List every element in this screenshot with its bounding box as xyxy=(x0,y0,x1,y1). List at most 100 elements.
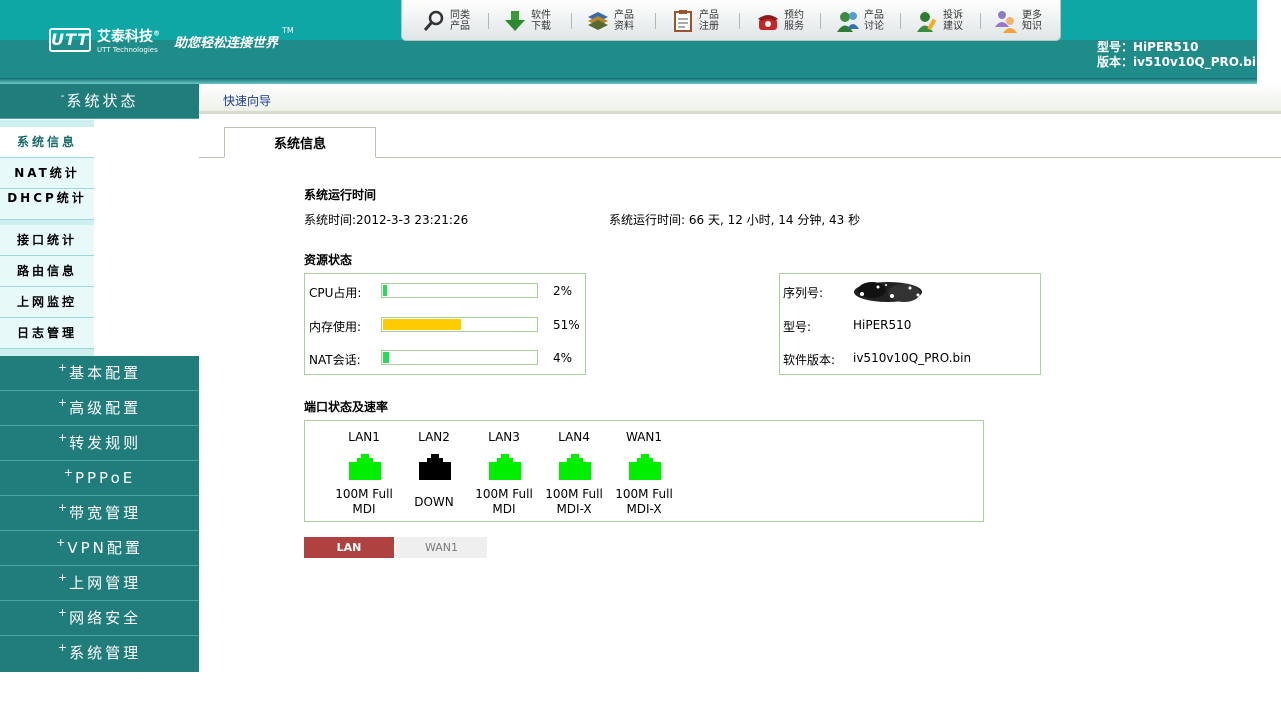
submenu-route-info[interactable]: 路由信息 xyxy=(0,256,94,287)
menu-advanced-config[interactable]: + 高级配置 xyxy=(0,391,199,426)
utt-logo-mark: UTT xyxy=(49,28,91,52)
port-wan1: WAN1 100M Full MDI-X xyxy=(609,421,679,521)
version-line: 版本：iv510v10Q_PRO.bin xyxy=(1097,55,1265,69)
menu-vpn-config[interactable]: + VPN配置 xyxy=(0,531,199,566)
ethernet-port-icon xyxy=(349,454,381,480)
nat-session-percent: 4% xyxy=(553,351,573,365)
system-time: 系统时间:2012-3-3 23:21:26 xyxy=(304,213,469,227)
port-name: LAN3 xyxy=(488,430,520,444)
menu-label: 系统状态 xyxy=(66,92,139,110)
port-tab-wan1[interactable]: WAN1 xyxy=(396,537,487,558)
submenu-internet-monitor[interactable]: 上网监控 xyxy=(0,287,94,318)
nat-session-fill xyxy=(383,352,389,363)
cpu-usage-bar xyxy=(381,283,538,298)
tool-product-docs[interactable]: 产品 资料 xyxy=(586,9,652,35)
menu-label: 上网管理 xyxy=(69,574,142,592)
header: UTT 艾泰科技® UTT Technologies 助您轻松连接世界 TM 型… xyxy=(0,0,1281,84)
tab-system-info[interactable]: 系统信息 xyxy=(224,127,376,158)
cpu-label: CPU占用: xyxy=(309,286,362,300)
tool-more-knowledge[interactable]: 更多 知识 xyxy=(994,9,1060,35)
ethernet-port-icon xyxy=(419,454,451,480)
toolbar-divider xyxy=(488,13,489,29)
software-version-label: 软件版本: xyxy=(783,353,836,367)
submenu-nat-stats[interactable]: NAT统计 xyxy=(0,158,94,189)
port-name: LAN2 xyxy=(418,430,450,444)
toolbar-divider xyxy=(980,13,981,29)
tool-book-service[interactable]: 预约 服务 xyxy=(756,9,822,35)
tool-label: 产品 资料 xyxy=(614,10,634,32)
submenu-system-status: 系统信息 NAT统计 DHCP统计 接口统计 路由信息 上网监控 日志管理 xyxy=(0,120,94,356)
tool-software-download[interactable]: 软件 下载 xyxy=(503,9,569,35)
menu-forwarding-rules[interactable]: + 转发规则 xyxy=(0,426,199,461)
software-version-value: iv510v10Q_PRO.bin xyxy=(853,351,972,365)
menu-internet-management[interactable]: + 上网管理 xyxy=(0,566,199,601)
menu-label: PPPoE xyxy=(74,469,136,487)
tool-product-discussion[interactable]: 产品 讨论 xyxy=(836,9,902,35)
nat-session-label: NAT会话: xyxy=(309,353,361,367)
cpu-usage-fill xyxy=(383,285,387,296)
tool-label: 产品 讨论 xyxy=(864,10,884,32)
serial-number-redacted xyxy=(854,282,922,302)
model-value: HiPER510 xyxy=(853,318,912,332)
sidebar: - 系统状态 系统信息 NAT统计 DHCP统计 接口统计 路由信息 上网监控 日… xyxy=(0,84,199,672)
runtime-title: 系统运行时间 xyxy=(304,188,377,202)
port-lan1: LAN1 100M Full MDI xyxy=(329,421,399,521)
menu-system-management[interactable]: + 系统管理 xyxy=(0,636,199,672)
expand-icon: + xyxy=(57,501,68,514)
port-name: LAN4 xyxy=(558,430,590,444)
expand-icon: + xyxy=(57,396,68,409)
model-line: 型号：HiPER510 xyxy=(1097,40,1199,54)
toolbar-divider xyxy=(900,13,901,29)
tool-similar-products[interactable]: 同类 产品 xyxy=(422,9,488,35)
breadcrumb-quick-wizard[interactable]: 快速向导 xyxy=(223,92,271,109)
memory-percent: 51% xyxy=(553,318,580,332)
tool-label: 预约 服务 xyxy=(784,10,804,32)
menu-bandwidth-management[interactable]: + 带宽管理 xyxy=(0,496,199,531)
resource-title: 资源状态 xyxy=(304,253,353,267)
submenu-log-management[interactable]: 日志管理 xyxy=(0,318,94,349)
expand-icon: + xyxy=(57,606,68,619)
menu-pppoe[interactable]: + PPPoE xyxy=(0,461,199,496)
port-tab-lan[interactable]: LAN xyxy=(304,537,394,558)
port-name: LAN1 xyxy=(348,430,380,444)
brand-slogan: 助您轻松连接世界 xyxy=(174,36,279,51)
port-status-title: 端口状态及速率 xyxy=(304,400,389,414)
menu-label: 带宽管理 xyxy=(69,504,142,522)
expand-icon: + xyxy=(57,571,68,584)
menu-system-status[interactable]: - 系统状态 xyxy=(0,84,199,119)
telephone-icon xyxy=(758,15,778,30)
menu-label: 网络安全 xyxy=(69,609,142,627)
tool-complaints[interactable]: 投诉 建议 xyxy=(915,9,981,35)
slogan-trademark: TM xyxy=(282,26,294,35)
toolbar: 同类 产品 软件 下载 产品 资料 产品 注册 预约 服务 产品 讨论 投诉 建… xyxy=(401,0,1061,41)
port-mdi-mode: MDI-X xyxy=(556,502,592,516)
clipboard-icon xyxy=(674,10,692,32)
toolbar-divider xyxy=(655,13,656,29)
port-speed: DOWN xyxy=(414,495,454,509)
port-lan4: LAN4 100M Full MDI-X xyxy=(539,421,609,521)
submenu-system-info[interactable]: 系统信息 xyxy=(0,127,94,158)
menu-label: 转发规则 xyxy=(69,434,142,452)
submenu-interface-stats[interactable]: 接口统计 xyxy=(0,225,94,256)
device-info: 型号：HiPER510 版本：iv510v10Q_PRO.bin xyxy=(1097,40,1265,70)
model-label: 型号: xyxy=(783,320,812,334)
menu-network-security[interactable]: + 网络安全 xyxy=(0,601,199,636)
system-uptime: 系统运行时间: 66 天, 12 小时, 14 分钟, 43 秒 xyxy=(609,213,861,227)
tool-label: 投诉 建议 xyxy=(943,10,963,32)
download-icon xyxy=(505,11,525,31)
toolbar-divider xyxy=(739,13,740,29)
ethernet-port-icon xyxy=(559,454,591,480)
expand-icon: + xyxy=(57,641,68,654)
submenu-dhcp-stats[interactable]: DHCP统计 xyxy=(0,189,94,220)
menu-label: 基本配置 xyxy=(69,364,142,382)
nat-session-bar xyxy=(381,350,538,365)
port-speed: 100M Full xyxy=(475,487,533,501)
search-icon xyxy=(423,10,444,31)
tool-product-register[interactable]: 产品 注册 xyxy=(671,9,737,35)
port-status-panel: LAN1 100M Full MDI LAN2 DOWN LAN3 100M F… xyxy=(304,420,984,522)
menu-basic-config[interactable]: + 基本配置 xyxy=(0,356,199,391)
expand-icon: + xyxy=(63,466,73,479)
expand-icon: + xyxy=(57,431,68,444)
toolbar-divider xyxy=(820,13,821,29)
memory-label: 内存使用: xyxy=(309,320,362,334)
